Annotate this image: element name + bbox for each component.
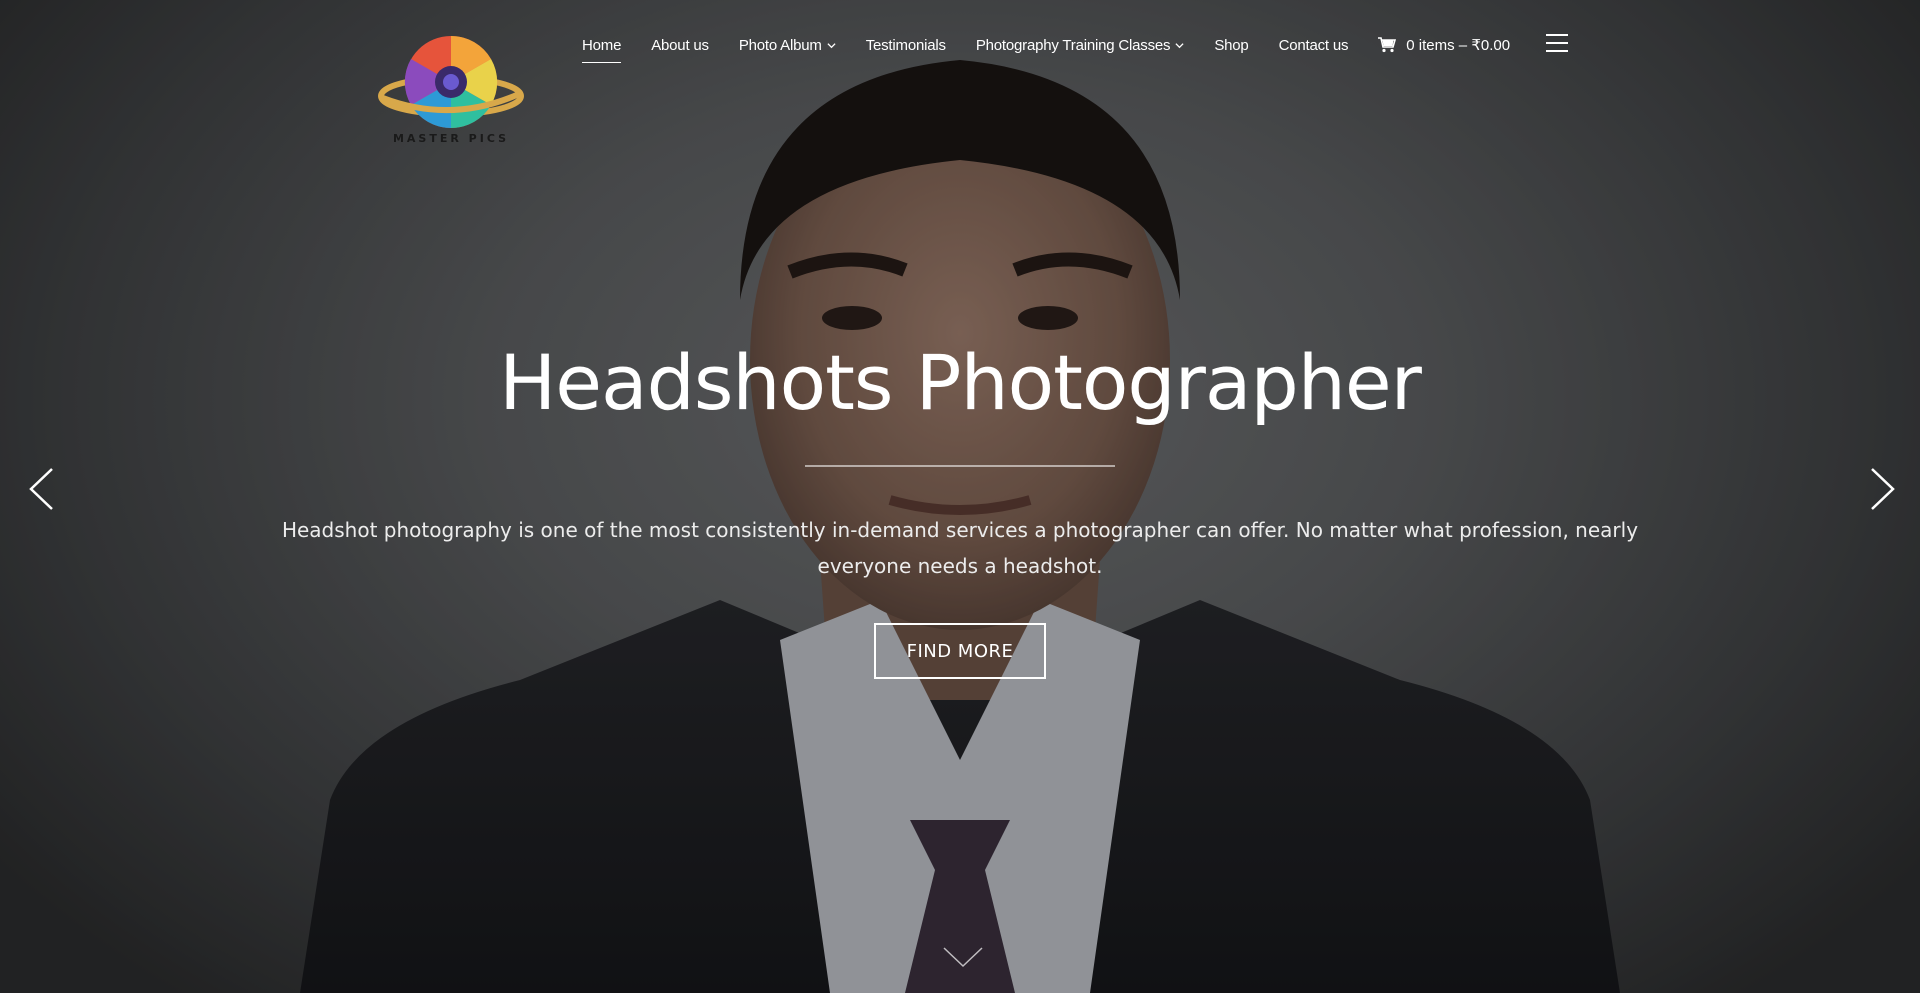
chevron-down-icon xyxy=(1175,42,1184,48)
nav-item-photo-album[interactable]: Photo Album xyxy=(739,37,836,54)
nav-item-label: Home xyxy=(582,36,622,54)
slide-description: Headshot photography is one of the most … xyxy=(281,518,1639,578)
chevron-left-icon[interactable] xyxy=(26,466,56,512)
main-nav: Home About us Photo Album Testimonials P… xyxy=(582,30,1569,63)
shopping-cart-icon xyxy=(1378,37,1397,53)
nav-item-label: Contact us xyxy=(1278,36,1349,54)
nav-item-home[interactable]: Home xyxy=(582,36,622,63)
slide-divider xyxy=(805,465,1115,467)
nav-item-label: Shop xyxy=(1214,36,1249,54)
chevron-right-icon[interactable] xyxy=(1868,466,1898,512)
nav-item-training-classes[interactable]: Photography Training Classes xyxy=(976,37,1185,54)
hero-overlay xyxy=(0,0,1920,993)
chevron-down-icon xyxy=(827,42,836,48)
nav-item-contact-us[interactable]: Contact us xyxy=(1279,37,1349,54)
nav-item-about-us[interactable]: About us xyxy=(651,37,709,54)
site-logo[interactable]: MASTER PICS xyxy=(378,32,524,148)
cart-link[interactable]: 0 items – ₹0.00 xyxy=(1378,36,1510,54)
nav-item-label: About us xyxy=(651,36,709,54)
nav-item-label: Photo Album xyxy=(738,36,822,54)
logo-text: MASTER PICS xyxy=(392,132,510,145)
slide-title: Headshots Photographer xyxy=(499,338,1422,427)
nav-item-label: Testimonials xyxy=(865,36,946,54)
find-more-button[interactable]: FIND MORE xyxy=(874,623,1046,679)
hero-slider xyxy=(0,0,1920,993)
hamburger-menu-icon[interactable] xyxy=(1546,34,1569,52)
logo-aperture-icon xyxy=(378,35,524,129)
nav-item-shop[interactable]: Shop xyxy=(1214,37,1248,54)
scroll-down-chevron-icon[interactable] xyxy=(942,946,984,970)
nav-item-label: Photography Training Classes xyxy=(975,36,1171,54)
cart-summary: 0 items – ₹0.00 xyxy=(1406,37,1511,54)
nav-item-testimonials[interactable]: Testimonials xyxy=(866,37,946,54)
